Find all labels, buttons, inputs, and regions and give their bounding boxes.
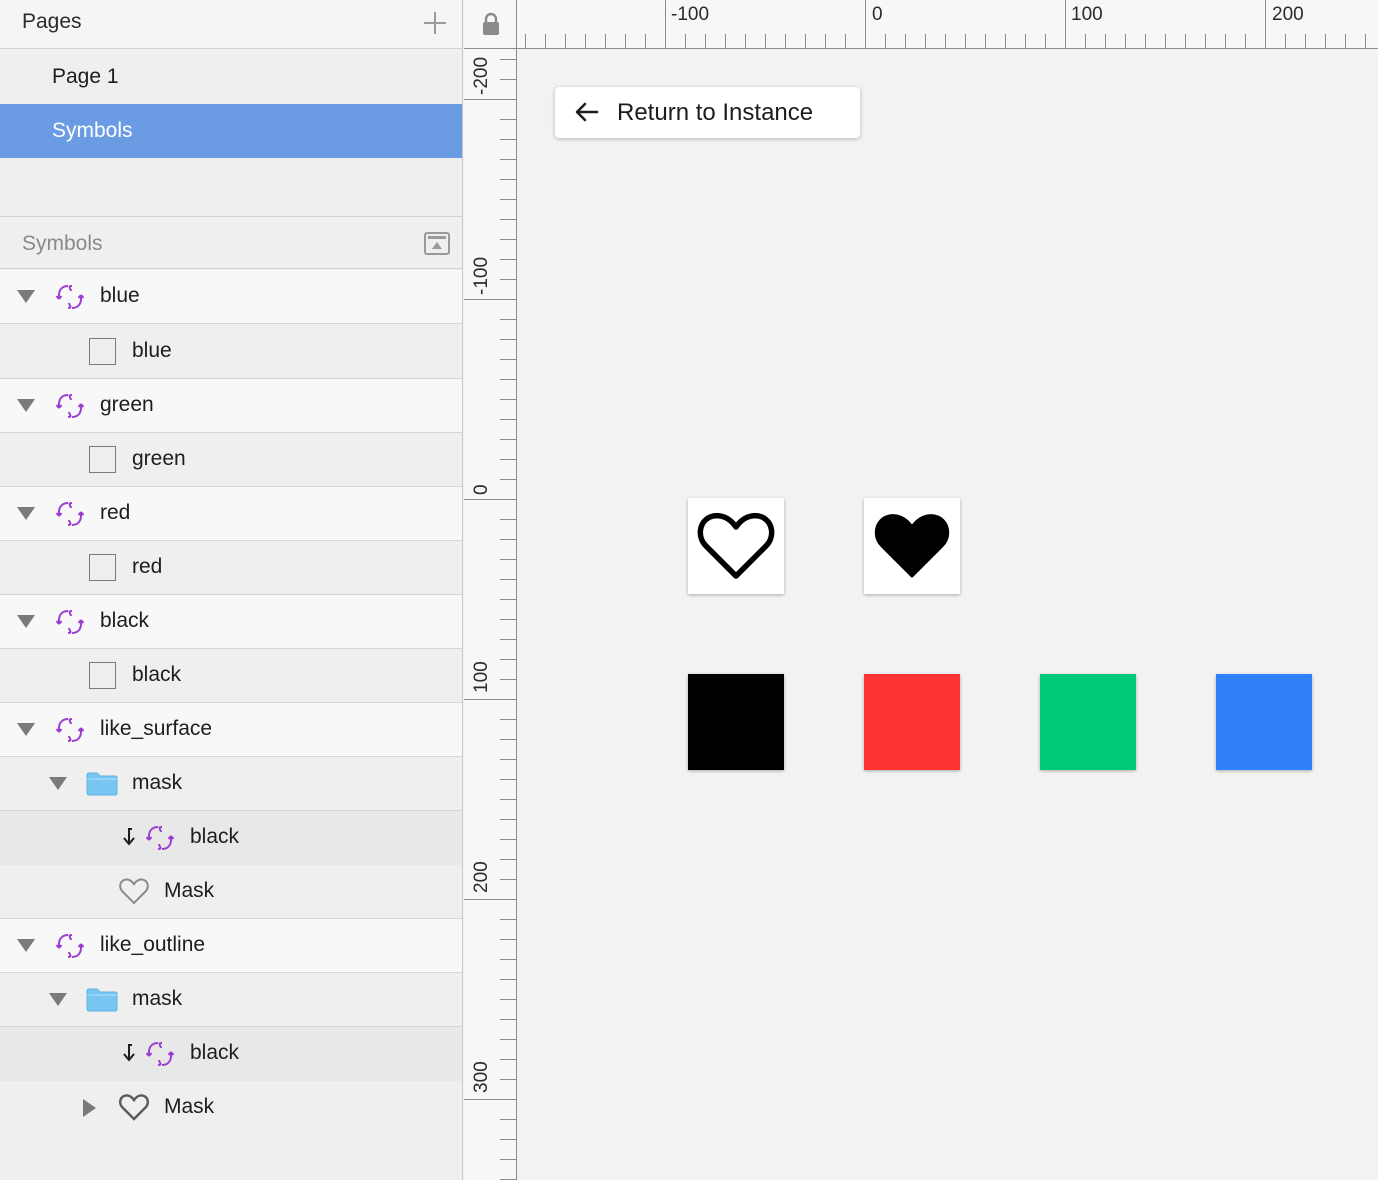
symbol-icon bbox=[56, 610, 84, 634]
layer-row-black-rect[interactable]: black bbox=[0, 649, 462, 703]
layers-title: Symbols bbox=[22, 232, 103, 255]
ruler-label: 200 bbox=[471, 861, 492, 893]
symbol-icon bbox=[56, 502, 84, 526]
add-page-icon[interactable] bbox=[422, 10, 448, 36]
layer-row-masked-black[interactable]: black bbox=[0, 811, 462, 865]
ruler-label: 0 bbox=[471, 484, 492, 495]
layer-row-like-outline[interactable]: like_outline bbox=[0, 919, 462, 973]
disclosure-triangle-icon[interactable] bbox=[49, 777, 67, 790]
disclosure-triangle-icon[interactable] bbox=[17, 507, 35, 520]
folder-icon bbox=[86, 988, 118, 1012]
layer-label: red bbox=[132, 555, 163, 578]
rectangle-icon bbox=[89, 662, 116, 689]
layers-sidebar: Pages Page 1 Symbols Symbols blue blue g… bbox=[0, 0, 463, 1180]
disclosure-triangle-icon[interactable] bbox=[49, 993, 67, 1006]
vertical-ruler[interactable]: -200 -100 0 100 200 300 bbox=[464, 49, 517, 1180]
symbol-icon bbox=[56, 394, 84, 418]
layer-row-black-symbol[interactable]: black bbox=[0, 595, 462, 649]
disclosure-triangle-icon[interactable] bbox=[17, 399, 35, 412]
folder-icon bbox=[86, 772, 118, 796]
layer-row-mask-group[interactable]: mask bbox=[0, 757, 462, 811]
layer-label: mask bbox=[132, 987, 183, 1010]
layer-label: Mask bbox=[164, 879, 215, 902]
horizontal-ruler[interactable]: -100 0 100 200 bbox=[517, 0, 1378, 49]
ruler-corner bbox=[464, 0, 517, 49]
symbol-icon bbox=[56, 718, 84, 742]
disclosure-triangle-right-icon[interactable] bbox=[83, 1099, 96, 1117]
artboard-like-surface[interactable] bbox=[864, 498, 960, 594]
layer-label: green bbox=[100, 393, 154, 416]
heart-outline-icon bbox=[119, 878, 149, 905]
ruler-label: -200 bbox=[471, 56, 492, 95]
disclosure-triangle-icon[interactable] bbox=[17, 290, 35, 303]
swatch-blue[interactable] bbox=[1216, 674, 1312, 770]
layer-label: Mask bbox=[164, 1095, 215, 1118]
masked-arrow-icon bbox=[123, 1044, 135, 1062]
layer-label: black bbox=[190, 825, 240, 848]
symbol-icon bbox=[146, 826, 174, 850]
layer-label: black bbox=[132, 663, 182, 686]
swatch-red[interactable] bbox=[864, 674, 960, 770]
heart-filled-icon bbox=[874, 514, 950, 578]
disclosure-triangle-icon[interactable] bbox=[17, 939, 35, 952]
layer-label: black bbox=[100, 609, 150, 632]
layer-label: blue bbox=[100, 284, 140, 307]
artboard-like-outline[interactable] bbox=[688, 498, 784, 594]
ruler-label: -100 bbox=[471, 256, 492, 295]
ruler-label: -100 bbox=[671, 4, 710, 25]
layer-row-blue-rect[interactable]: blue bbox=[0, 325, 462, 379]
layer-label: mask bbox=[132, 771, 183, 794]
ruler-label: 100 bbox=[1071, 4, 1103, 25]
pages-header: Pages bbox=[0, 0, 462, 49]
layer-row-green-rect[interactable]: green bbox=[0, 433, 462, 487]
layer-row-masked-black[interactable]: black bbox=[0, 1027, 462, 1081]
layer-label: like_outline bbox=[100, 933, 206, 956]
heart-outline-icon bbox=[697, 512, 775, 579]
rectangle-icon bbox=[89, 554, 116, 581]
heart-outline-icon bbox=[119, 1094, 149, 1121]
layer-row-like-surface[interactable]: like_surface bbox=[0, 703, 462, 757]
arrow-left-icon bbox=[575, 102, 599, 122]
layer-label: like_surface bbox=[100, 717, 213, 740]
ruler-label: 300 bbox=[471, 1061, 492, 1093]
ruler-label: 0 bbox=[872, 4, 883, 25]
lock-icon[interactable] bbox=[482, 12, 500, 36]
return-to-instance-button[interactable]: Return to Instance bbox=[555, 87, 860, 138]
masked-arrow-icon bbox=[123, 828, 135, 846]
layers-header: Symbols bbox=[0, 216, 462, 269]
swatch-black[interactable] bbox=[688, 674, 784, 770]
collapse-layers-icon[interactable] bbox=[424, 232, 450, 255]
layer-label: green bbox=[132, 447, 186, 470]
horizontal-ruler-ticks bbox=[525, 0, 1366, 48]
vertical-ruler-ticks bbox=[464, 59, 516, 1180]
disclosure-triangle-icon[interactable] bbox=[17, 615, 35, 628]
design-canvas[interactable]: Return to Instance bbox=[518, 50, 1378, 1180]
swatch-green[interactable] bbox=[1040, 674, 1136, 770]
return-to-instance-label: Return to Instance bbox=[617, 99, 814, 126]
page-item-symbols[interactable]: Symbols bbox=[0, 104, 462, 158]
rectangle-icon bbox=[89, 446, 116, 473]
ruler-label: 100 bbox=[471, 661, 492, 693]
layer-label: black bbox=[190, 1041, 240, 1064]
layer-row-red-symbol[interactable]: red bbox=[0, 487, 462, 541]
symbol-icon bbox=[56, 285, 84, 309]
disclosure-triangle-icon[interactable] bbox=[17, 723, 35, 736]
layer-label: blue bbox=[132, 339, 172, 362]
layer-row-blue-symbol[interactable]: blue bbox=[0, 270, 462, 324]
layer-row-mask-heart[interactable]: Mask bbox=[0, 865, 462, 919]
rectangle-icon bbox=[89, 338, 116, 365]
symbol-icon bbox=[56, 934, 84, 958]
ruler-label: 200 bbox=[1272, 4, 1304, 25]
layer-row-mask-group[interactable]: mask bbox=[0, 973, 462, 1027]
layer-row-mask-heart[interactable]: Mask bbox=[0, 1081, 462, 1135]
symbol-icon bbox=[146, 1042, 174, 1066]
pages-title: Pages bbox=[22, 10, 82, 33]
layer-label: red bbox=[100, 501, 131, 524]
layer-row-green-symbol[interactable]: green bbox=[0, 379, 462, 433]
layer-row-red-rect[interactable]: red bbox=[0, 541, 462, 595]
page-item-page-1[interactable]: Page 1 bbox=[0, 50, 462, 104]
